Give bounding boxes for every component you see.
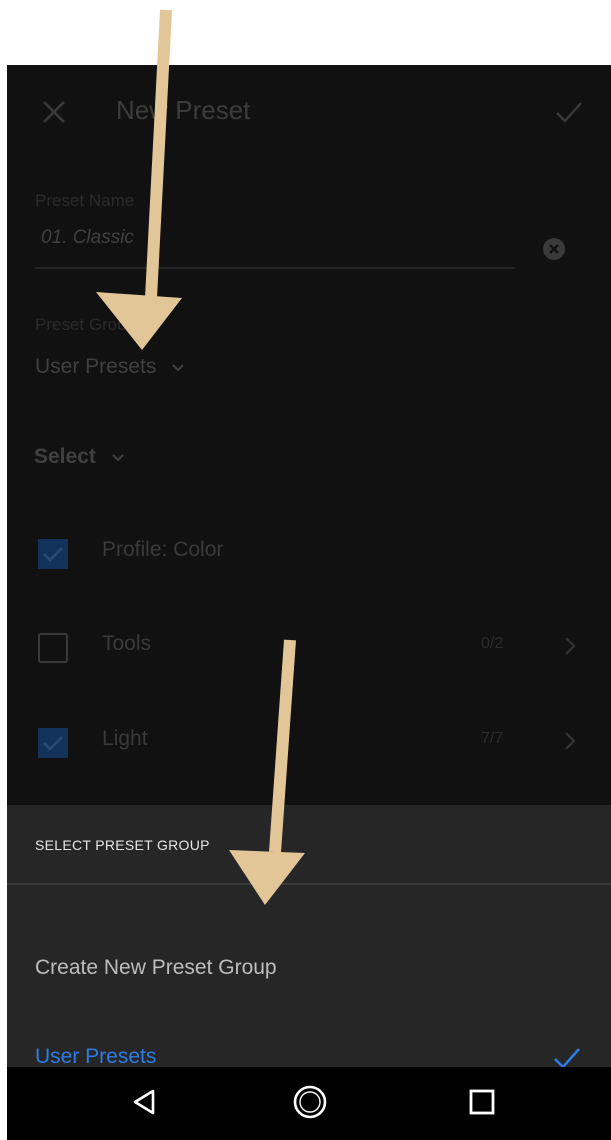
recents-icon[interactable] [468,1088,496,1116]
settings-row-tools[interactable]: Tools 0/2 [7,621,611,681]
settings-row-light[interactable]: Light 7/7 [7,716,611,776]
settings-row-count: 0/2 [481,635,504,652]
select-dropdown[interactable]: Select [34,445,96,469]
chevron-down-icon [112,454,124,462]
checkmark-icon[interactable] [552,95,586,129]
checkmark-icon [43,736,63,751]
preset-group-sheet: SELECT PRESET GROUP Create New Preset Gr… [7,805,611,1069]
settings-row-count: 7/7 [481,730,504,747]
checkmark-icon [43,547,63,562]
close-icon[interactable] [39,97,69,127]
chevron-right-icon[interactable] [563,730,577,752]
app-screen: New Preset Preset Name 01. Classic Prese… [7,65,611,1140]
text-cursor [157,225,159,267]
preset-group-dropdown[interactable]: User Presets [35,355,156,379]
preset-name-label: Preset Name [35,191,135,210]
checkbox-checked[interactable] [38,728,68,758]
clear-input-icon[interactable] [542,237,566,261]
settings-row-label: Light [102,727,148,750]
preset-group-label: Preset Group [35,315,137,334]
input-underline [35,267,515,269]
sheet-title: SELECT PRESET GROUP [35,837,210,853]
settings-row-profile[interactable]: Profile: Color [7,527,611,587]
divider [7,883,611,885]
checkbox-unchecked[interactable] [38,633,68,663]
header-bar: New Preset [7,65,611,160]
preset-name-input[interactable]: 01. Classic [41,227,134,249]
page-title: New Preset [116,95,251,125]
home-icon[interactable] [292,1084,328,1120]
user-presets-option[interactable]: User Presets [35,1045,156,1069]
android-nav-bar [7,1067,611,1140]
chevron-down-icon [172,364,184,372]
settings-row-label: Profile: Color [102,538,224,561]
create-new-preset-group-option[interactable]: Create New Preset Group [35,956,277,980]
settings-row-label: Tools [102,632,152,655]
chevron-right-icon[interactable] [563,635,577,657]
dimmed-background: New Preset Preset Name 01. Classic Prese… [7,65,611,805]
back-icon[interactable] [129,1087,159,1117]
checkbox-checked[interactable] [38,539,68,569]
